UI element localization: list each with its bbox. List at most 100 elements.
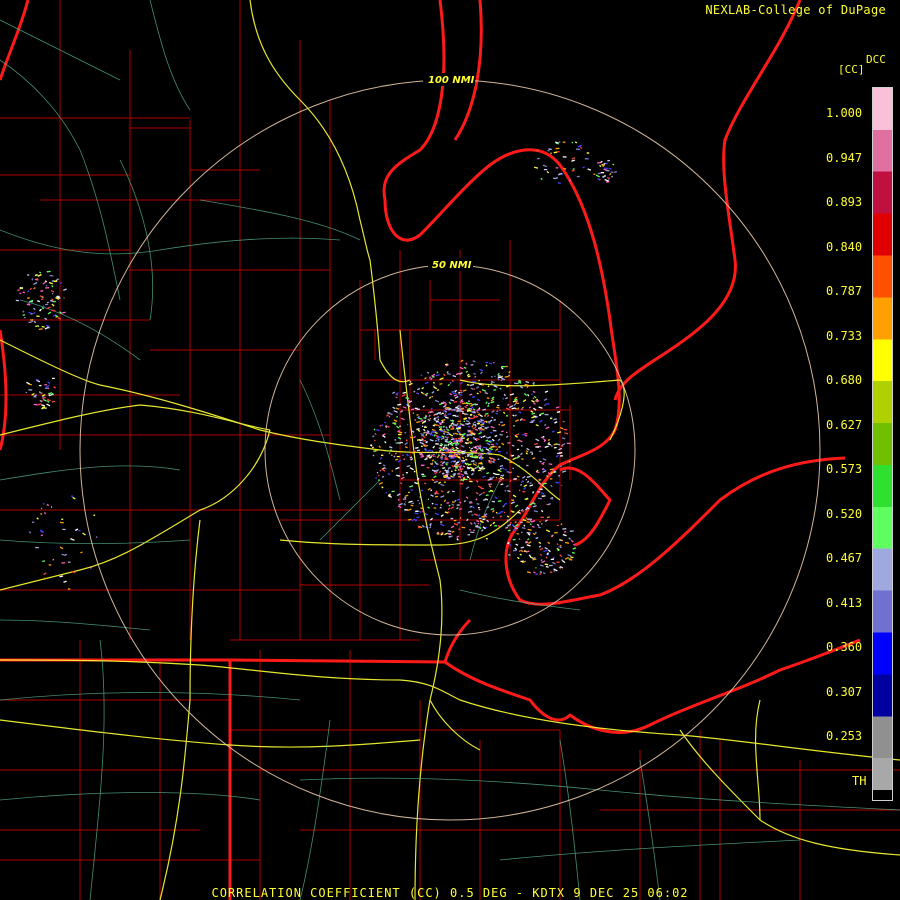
radar-echo: [421, 524, 425, 528]
radar-echo: [450, 506, 454, 510]
radar-echo: [501, 442, 505, 446]
radar-echo: [420, 455, 425, 458]
radar-echo: [533, 571, 536, 574]
radar-echo: [446, 450, 450, 453]
radar-echo: [538, 545, 542, 548]
radar-echo: [459, 501, 462, 504]
radar-echo: [457, 437, 460, 440]
radar-echo: [443, 404, 447, 408]
radar-echo: [512, 494, 517, 498]
radar-echo: [35, 378, 39, 381]
radar-echo: [382, 464, 386, 467]
radar-echo: [513, 403, 517, 407]
radar-echo: [452, 392, 457, 395]
radar-echo: [371, 446, 375, 449]
radar-echo: [74, 528, 79, 532]
radar-echo: [490, 443, 495, 446]
radar-echo: [498, 423, 501, 426]
radar-echo: [393, 410, 398, 413]
radar-echo: [445, 439, 448, 442]
radar-echo: [426, 371, 430, 374]
radar-echo: [30, 301, 33, 304]
radar-echo: [375, 477, 378, 480]
radar-echo: [458, 433, 462, 436]
radar-echo: [505, 435, 509, 438]
radar-echo: [491, 416, 494, 419]
radar-echo: [408, 500, 413, 504]
radar-echo: [499, 433, 503, 436]
radar-echo: [439, 449, 442, 452]
radar-echo: [460, 359, 464, 363]
radar-echo: [571, 157, 576, 160]
radar-echo: [405, 397, 409, 400]
radar-echo: [488, 484, 492, 488]
radar-echo: [428, 396, 432, 399]
radar-echo: [470, 453, 474, 455]
radar-echo: [451, 501, 455, 504]
radar-echo: [473, 513, 479, 517]
radar-echo: [497, 500, 502, 503]
radar-echo: [447, 383, 451, 387]
radar-echo: [490, 398, 495, 402]
radar-echo: [465, 404, 469, 407]
radar-echo: [474, 428, 479, 431]
radar-echo: [52, 558, 55, 561]
radar-echo: [472, 408, 476, 411]
radar-echo: [415, 446, 419, 449]
radar-echo: [486, 414, 490, 418]
radar-echo: [422, 405, 426, 408]
radar-echo: [51, 292, 54, 295]
radar-echo: [511, 524, 515, 527]
radar-echo: [609, 172, 612, 176]
radar-echo: [457, 409, 461, 411]
radar-echo: [462, 465, 466, 468]
radar-echo: [568, 537, 571, 540]
radar-echo: [470, 522, 473, 525]
color-scale-tick-label: 1.000: [826, 106, 863, 120]
radar-echo: [560, 484, 563, 487]
radar-echoes: [15, 141, 618, 590]
radar-echo: [525, 450, 529, 453]
radar-echo: [602, 163, 605, 166]
radar-echo: [521, 458, 524, 461]
radar-echo: [484, 412, 489, 415]
radar-echo: [427, 418, 431, 422]
radar-echo: [451, 442, 456, 445]
radar-echo: [43, 511, 47, 515]
radar-echo: [527, 393, 530, 397]
radar-echo: [42, 305, 45, 308]
radar-echo: [450, 446, 454, 450]
radar-echo: [432, 381, 436, 384]
radar-echo: [449, 424, 453, 427]
radar-echo: [378, 445, 381, 449]
radar-echo: [470, 404, 473, 407]
radar-echo: [532, 390, 536, 394]
radar-echo: [466, 439, 469, 442]
radar-echo: [564, 541, 570, 544]
radar-echo: [399, 425, 401, 428]
radar-echo: [535, 438, 540, 442]
radar-echo: [522, 433, 527, 436]
radar-echo: [520, 480, 524, 484]
radar-echo: [500, 366, 504, 370]
radar-echo: [440, 464, 444, 467]
radar-echo: [499, 467, 502, 470]
radar-echo: [434, 470, 438, 473]
radar-echo: [411, 502, 415, 505]
radar-echo: [428, 414, 431, 418]
radar-echo: [466, 373, 470, 377]
radar-echo: [476, 410, 479, 414]
radar-echo: [548, 441, 551, 444]
radar-echo: [445, 416, 449, 419]
radar-echo: [482, 491, 486, 494]
radar-echo: [424, 457, 428, 461]
radar-echo: [427, 449, 432, 452]
radar-echo: [475, 455, 479, 458]
radar-echo: [434, 512, 440, 516]
radar-echo: [46, 503, 50, 507]
radar-echo: [437, 436, 442, 439]
radar-echo: [442, 467, 446, 470]
radar-echo: [470, 387, 474, 390]
radar-echo: [427, 506, 430, 509]
radar-echo: [485, 448, 490, 451]
